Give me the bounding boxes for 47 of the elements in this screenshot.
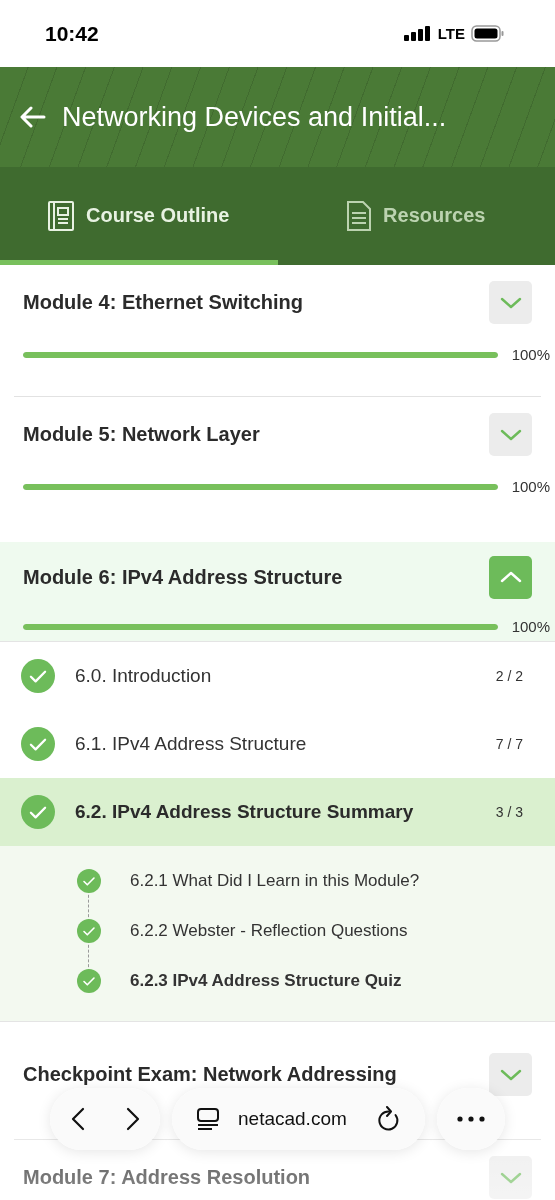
expand-toggle[interactable] xyxy=(489,413,532,456)
chevron-down-icon xyxy=(499,428,522,441)
chevron-down-icon xyxy=(499,296,522,309)
progress-percent: 100% xyxy=(510,618,550,635)
expand-toggle[interactable] xyxy=(489,1156,532,1199)
chevron-up-icon xyxy=(499,571,522,583)
chevron-down-icon xyxy=(499,1171,522,1184)
document-icon xyxy=(347,200,372,231)
expand-toggle[interactable] xyxy=(489,1053,532,1096)
progress-percent: 100% xyxy=(510,478,550,495)
module-title[interactable]: Checkpoint Exam: Network Addressing xyxy=(23,1063,397,1086)
topic-link[interactable]: 6.2.2 Webster - Reflection Questions xyxy=(130,921,408,941)
back-arrow-icon[interactable] xyxy=(20,106,46,128)
tab[interactable]: Course Outline xyxy=(0,167,278,265)
lesson-row[interactable]: 6.2. IPv4 Address Structure Summary 3 / 3 xyxy=(0,778,555,846)
lesson-title: 6.1. IPv4 Address Structure xyxy=(75,733,308,755)
lesson-count: 2 / 2 xyxy=(495,668,523,684)
page-menu-icon[interactable] xyxy=(196,1107,220,1131)
chevron-left-icon xyxy=(70,1107,85,1131)
module-title[interactable]: Module 7: Address Resolution xyxy=(23,1166,311,1189)
module-title[interactable]: Module 4: Ethernet Switching xyxy=(23,291,303,314)
lesson-count: 7 / 7 xyxy=(495,736,523,752)
url-text: netacad.com xyxy=(238,1108,348,1130)
progress-percent: 100% xyxy=(510,346,550,363)
address-bar[interactable]: netacad.com xyxy=(172,1088,425,1150)
expand-toggle[interactable] xyxy=(489,555,532,599)
status-time: 10:42 xyxy=(45,21,99,46)
course-title: Networking Devices and Initial... xyxy=(62,101,447,133)
chevron-right-icon xyxy=(125,1107,140,1131)
signal-icon xyxy=(403,25,432,42)
lesson-title: 6.0. Introduction xyxy=(75,665,213,687)
lesson-count: 3 / 3 xyxy=(495,804,523,820)
more-icon xyxy=(457,1116,485,1122)
lesson-row[interactable]: 6.1. IPv4 Address Structure 7 / 7 xyxy=(0,710,555,778)
reload-icon[interactable] xyxy=(377,1106,401,1132)
book-icon xyxy=(48,200,75,231)
topic-link[interactable]: 6.2.3 IPv4 Address Structure Quiz xyxy=(130,971,402,991)
module-title[interactable]: Module 5: Network Layer xyxy=(23,423,260,446)
expand-toggle[interactable] xyxy=(489,281,532,324)
lesson-title: 6.2. IPv4 Address Structure Summary xyxy=(75,801,415,823)
network-label: LTE xyxy=(437,25,465,42)
lesson-row[interactable]: 6.0. Introduction 2 / 2 xyxy=(0,642,555,710)
tab[interactable]: Resources xyxy=(277,167,555,265)
topic-link[interactable]: 6.2.1 What Did I Learn in this Module? xyxy=(130,871,420,891)
battery-icon xyxy=(471,25,505,42)
module-title[interactable]: Module 6: IPv4 Address Structure xyxy=(23,565,343,589)
chevron-down-icon xyxy=(499,1068,522,1081)
